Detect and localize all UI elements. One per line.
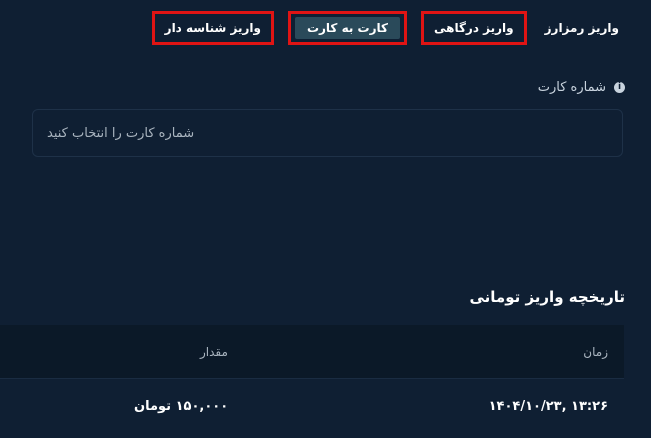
column-header-amount: مقدار: [200, 344, 228, 359]
row-time: ۱۴۰۴/۱۰/۲۳, ۱۳:۲۶: [488, 399, 608, 414]
deposit-page: واریز رمزارز واریز درگاهی کارت به کارت و…: [0, 0, 651, 438]
tab-gateway-deposit[interactable]: واریز درگاهی: [420, 11, 527, 45]
info-icon[interactable]: i: [614, 82, 625, 93]
row-amount: ۱۵۰,۰۰۰ تومان: [134, 399, 229, 414]
tab-id-deposit[interactable]: واریز شناسه دار: [151, 11, 274, 45]
deposit-tabs: واریز رمزارز واریز درگاهی کارت به کارت و…: [151, 10, 623, 46]
history-title: تاریخچه واریز تومانی: [469, 288, 625, 306]
history-table: زمان مقدار ۱۴۰۴/۱۰/۲۳, ۱۳:۲۶ ۱۵۰,۰۰۰ توم…: [0, 325, 624, 434]
table-row[interactable]: ۱۴۰۴/۱۰/۲۳, ۱۳:۲۶ ۱۵۰,۰۰۰ تومان: [0, 378, 624, 434]
table-header: زمان مقدار: [0, 325, 624, 378]
tab-crypto-deposit[interactable]: واریز رمزارز: [541, 11, 623, 45]
tab-label: واریز رمزارز: [544, 21, 619, 35]
tab-label: واریز درگاهی: [433, 21, 514, 35]
tab-card-to-card[interactable]: کارت به کارت: [287, 11, 407, 45]
tab-label: کارت به کارت: [294, 17, 400, 39]
card-select-placeholder: شماره کارت را انتخاب کنید: [47, 125, 195, 141]
column-header-time: زمان: [583, 344, 608, 359]
card-number-label-text: شماره کارت: [537, 80, 606, 95]
card-number-label: شماره کارت i: [538, 80, 625, 95]
card-number-select[interactable]: شماره کارت را انتخاب کنید: [32, 109, 623, 157]
tab-label: واریز شناسه دار: [164, 21, 261, 35]
